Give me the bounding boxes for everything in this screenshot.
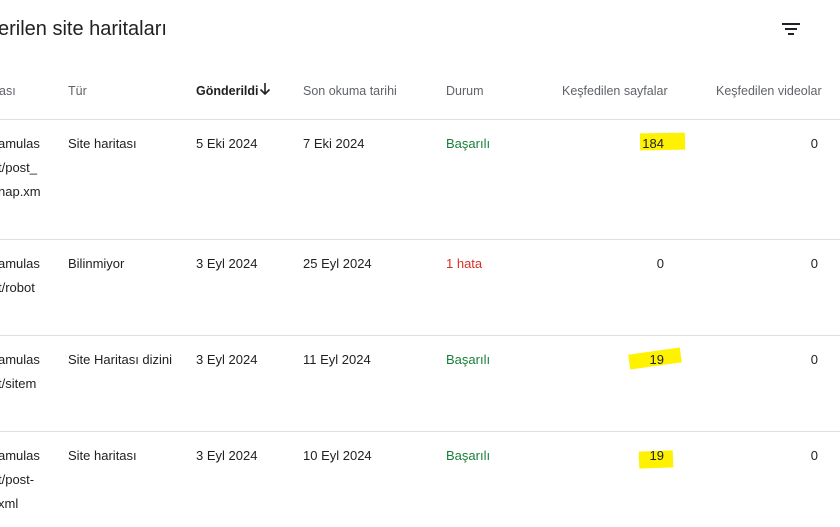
sitemap-url-line[interactable]: amulas bbox=[0, 256, 40, 271]
column-header-pages[interactable]: Keşfedilen sayfalar bbox=[562, 84, 668, 98]
sitemap-url-line[interactable]: t/robot bbox=[0, 280, 35, 295]
type-cell: Site Haritası dizini bbox=[68, 352, 173, 367]
sitemap-url-line[interactable]: amulas bbox=[0, 448, 40, 463]
type-cell: Site haritası bbox=[68, 448, 137, 463]
sitemap-url-line[interactable]: amulas bbox=[0, 352, 40, 367]
sitemaps-panel: erilen site haritaları ası Tür Gönderild… bbox=[0, 0, 840, 527]
sitemap-url-line[interactable]: t/post- bbox=[0, 472, 34, 487]
submitted-cell: 3 Eyl 2024 bbox=[196, 256, 258, 271]
videos-cell: 0 bbox=[810, 448, 818, 463]
pages-cell: 184 bbox=[642, 136, 664, 151]
videos-cell: 0 bbox=[810, 256, 818, 271]
submitted-cell: 3 Eyl 2024 bbox=[196, 448, 258, 463]
sitemap-url-line[interactable]: nap.xm bbox=[0, 184, 41, 199]
column-header-videos[interactable]: Keşfedilen videolar bbox=[716, 84, 822, 98]
last-read-cell: 10 Eyl 2024 bbox=[303, 448, 372, 463]
pages-cell: 0 bbox=[656, 256, 664, 271]
pages-cell: 19 bbox=[649, 448, 664, 463]
status-cell: Başarılı bbox=[446, 448, 491, 463]
last-read-cell: 7 Eki 2024 bbox=[303, 136, 365, 151]
videos-cell: 0 bbox=[810, 352, 818, 367]
row-divider bbox=[0, 335, 840, 336]
pages-cell: 19 bbox=[649, 352, 664, 367]
type-cell: Bilinmiyor bbox=[68, 256, 125, 271]
column-header-type[interactable]: Tür bbox=[68, 84, 87, 98]
sitemap-url-line[interactable]: amulas bbox=[0, 136, 40, 151]
last-read-cell: 11 Eyl 2024 bbox=[303, 352, 371, 367]
submitted-cell: 3 Eyl 2024 bbox=[196, 352, 258, 367]
column-header-last-read[interactable]: Son okuma tarihi bbox=[303, 84, 397, 98]
status-cell: Başarılı bbox=[446, 352, 491, 367]
column-header-status[interactable]: Durum bbox=[446, 84, 484, 98]
status-cell: 1 hata bbox=[446, 256, 483, 271]
last-read-cell: 25 Eyl 2024 bbox=[303, 256, 372, 271]
row-divider bbox=[0, 239, 840, 240]
submitted-cell: 5 Eki 2024 bbox=[196, 136, 258, 151]
status-cell: Başarılı bbox=[446, 136, 491, 151]
sitemap-url-line[interactable]: t/sitem bbox=[0, 376, 36, 391]
arrow-down-icon[interactable] bbox=[258, 81, 272, 97]
header-divider bbox=[0, 119, 840, 120]
videos-cell: 0 bbox=[810, 136, 818, 151]
filter-icon[interactable] bbox=[779, 17, 803, 41]
column-header-url[interactable]: ası bbox=[0, 84, 16, 98]
sitemap-url-line[interactable]: xml bbox=[0, 496, 18, 511]
sitemap-url-line[interactable]: t/post_ bbox=[0, 160, 37, 175]
column-header-submitted[interactable]: Gönderildi bbox=[196, 84, 259, 98]
row-divider bbox=[0, 431, 840, 432]
type-cell: Site haritası bbox=[68, 136, 137, 151]
page-title: erilen site haritaları bbox=[0, 18, 167, 40]
